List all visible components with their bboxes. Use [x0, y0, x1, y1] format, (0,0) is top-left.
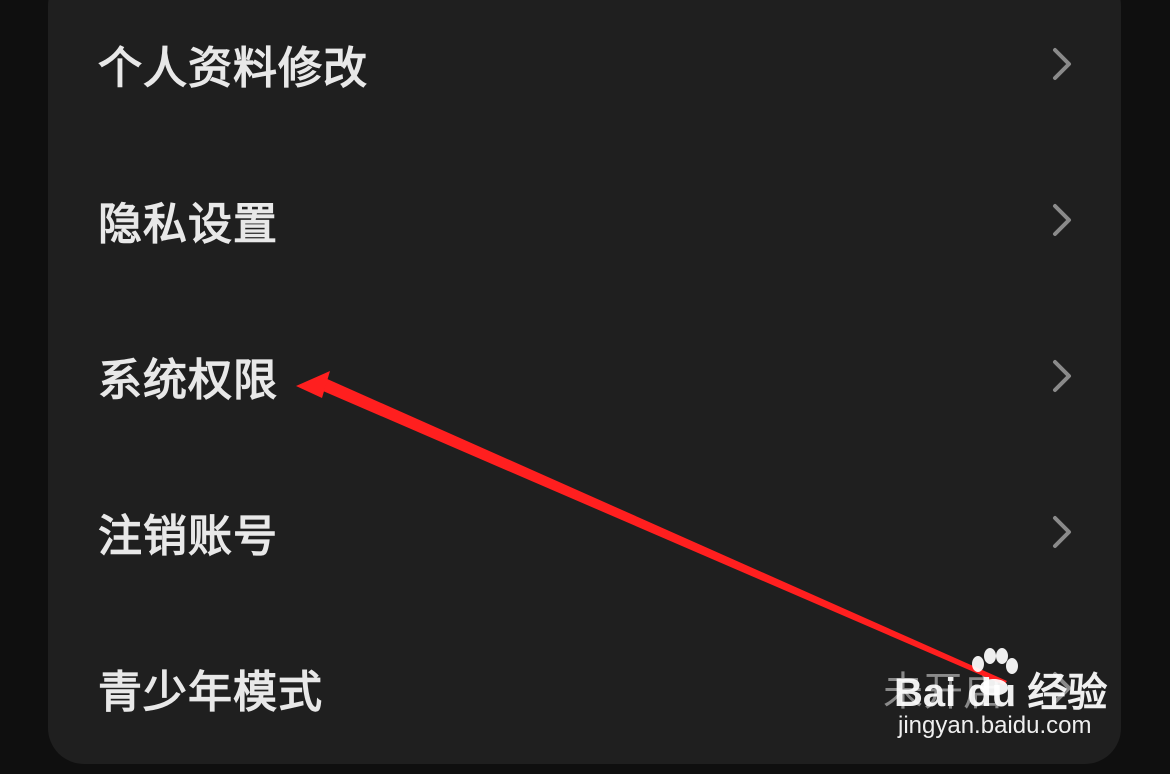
settings-item-label: 注销账号 [98, 511, 278, 562]
chevron-right-icon [1053, 672, 1071, 704]
settings-item-label: 青少年模式 [98, 667, 323, 718]
settings-item-deactivate-account[interactable]: 注销账号 [48, 454, 1121, 610]
settings-screen: 个人资料修改 隐私设置 系统权限 注销账号 青少年模式 未开启 Bai du 经… [0, 0, 1170, 774]
chevron-right-icon [1053, 204, 1071, 236]
settings-item-status: 未开启 [883, 669, 1003, 715]
chevron-right-icon [1053, 48, 1071, 80]
settings-item-profile-edit[interactable]: 个人资料修改 [48, 0, 1121, 142]
settings-item-teen-mode[interactable]: 青少年模式 未开启 [48, 610, 1121, 766]
chevron-right-icon [1053, 360, 1071, 392]
settings-item-label: 隐私设置 [98, 199, 278, 250]
chevron-right-icon [1053, 516, 1071, 548]
settings-item-label: 个人资料修改 [98, 43, 368, 94]
settings-item-label: 系统权限 [98, 355, 278, 406]
settings-item-privacy[interactable]: 隐私设置 [48, 142, 1121, 298]
settings-item-system-permissions[interactable]: 系统权限 [48, 298, 1121, 454]
